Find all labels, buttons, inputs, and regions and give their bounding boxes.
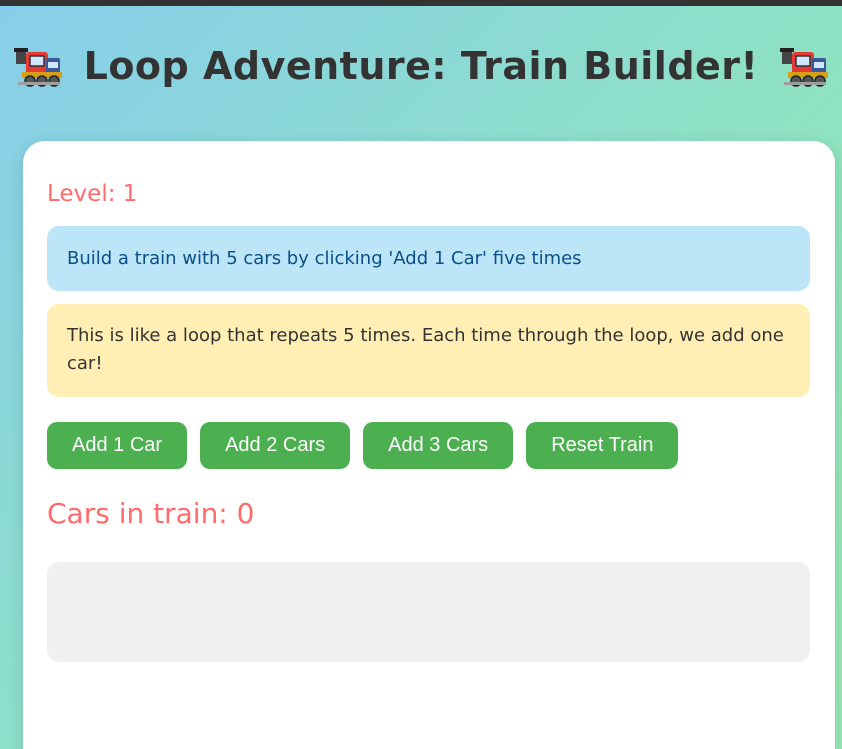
- train-display-area: [47, 562, 810, 662]
- locomotive-icon: [780, 48, 829, 87]
- locomotive-icon: [13, 48, 62, 87]
- reset-train-button[interactable]: Reset Train: [526, 422, 679, 469]
- add-1-car-button[interactable]: Add 1 Car: [47, 422, 188, 469]
- page-header: Loop Adventure: Train Builder!: [0, 36, 842, 96]
- page-title: Loop Adventure: Train Builder!: [83, 44, 759, 88]
- level-label: Level: 1: [47, 181, 138, 207]
- game-card: Level: 1 Build a train with 5 cars by cl…: [23, 141, 835, 749]
- button-row: Add 1 Car Add 2 Cars Add 3 Cars Reset Tr…: [47, 422, 679, 469]
- top-bar: [0, 0, 842, 6]
- car-count: Cars in train: 0: [47, 497, 255, 530]
- hint-box: This is like a loop that repeats 5 times…: [47, 304, 810, 397]
- add-2-cars-button[interactable]: Add 2 Cars: [200, 422, 351, 469]
- instruction-text: Build a train with 5 cars by clicking 'A…: [67, 248, 582, 269]
- instruction-box: Build a train with 5 cars by clicking 'A…: [47, 226, 810, 291]
- hint-text: This is like a loop that repeats 5 times…: [67, 325, 784, 374]
- add-3-cars-button[interactable]: Add 3 Cars: [363, 422, 514, 469]
